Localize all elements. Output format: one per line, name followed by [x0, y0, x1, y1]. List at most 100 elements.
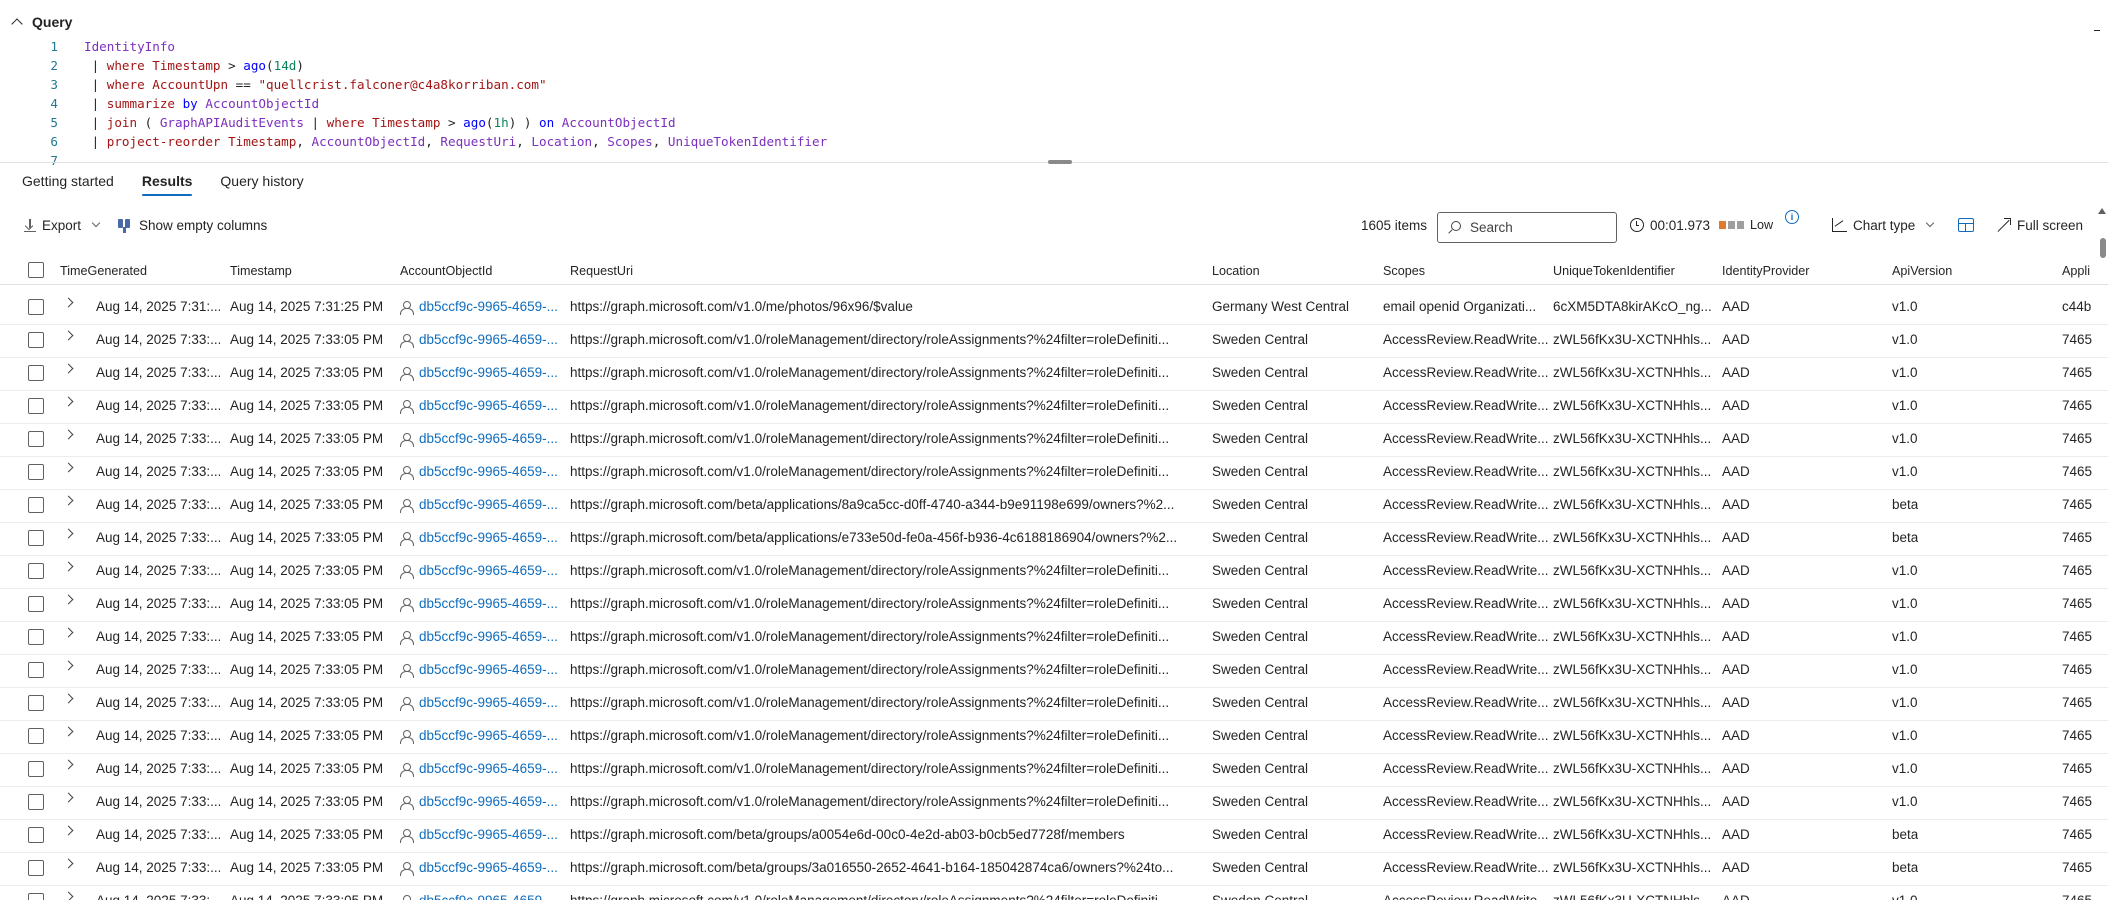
row-checkbox[interactable] — [28, 332, 44, 348]
expand-row-chevron-icon[interactable] — [65, 330, 75, 340]
expand-row-chevron-icon[interactable] — [65, 363, 75, 373]
row-checkbox[interactable] — [28, 728, 44, 744]
table-row[interactable]: Aug 14, 2025 7:33:... Aug 14, 2025 7:33:0… — [0, 787, 2108, 820]
cell-account-object-id[interactable]: db5ccf9c-9965-4659-... — [419, 398, 558, 413]
row-checkbox[interactable] — [28, 530, 44, 546]
cell-account-object-id[interactable]: db5ccf9c-9965-4659-... — [419, 365, 558, 380]
chevron-up-icon[interactable] — [10, 15, 24, 29]
cell-account-object-id[interactable]: db5ccf9c-9965-4659-... — [419, 431, 558, 446]
cell-account-object-id[interactable]: db5ccf9c-9965-4659-... — [419, 299, 558, 314]
table-row[interactable]: Aug 14, 2025 7:33:... Aug 14, 2025 7:33:0… — [0, 457, 2108, 490]
row-checkbox[interactable] — [28, 893, 44, 900]
select-all-checkbox[interactable] — [28, 262, 44, 278]
table-row[interactable]: Aug 14, 2025 7:33:... Aug 14, 2025 7:33:0… — [0, 358, 2108, 391]
cell-account-object-id[interactable]: db5ccf9c-9965-4659-... — [419, 860, 558, 875]
cell-account-object-id[interactable]: db5ccf9c-9965-4659-... — [419, 530, 558, 545]
table-row[interactable]: Aug 14, 2025 7:31:... Aug 14, 2025 7:31:2… — [0, 292, 2108, 325]
expand-row-chevron-icon[interactable] — [65, 561, 75, 571]
tab-results[interactable]: Results — [141, 172, 192, 196]
pane-resize-handle[interactable] — [1048, 160, 1072, 164]
full-screen-button[interactable]: Full screen — [1997, 210, 2083, 240]
expand-row-chevron-icon[interactable] — [65, 726, 75, 736]
column-header-api-version[interactable]: ApiVersion — [1892, 264, 1952, 278]
table-row[interactable]: Aug 14, 2025 7:33:... Aug 14, 2025 7:33:0… — [0, 886, 2108, 900]
vertical-scrollbar-thumb[interactable] — [2100, 238, 2106, 258]
expand-row-chevron-icon[interactable] — [65, 429, 75, 439]
cell-account-object-id[interactable]: db5ccf9c-9965-4659-... — [419, 596, 558, 611]
row-checkbox[interactable] — [28, 464, 44, 480]
column-header-scopes[interactable]: Scopes — [1383, 264, 1425, 278]
tab-getting-started[interactable]: Getting started — [22, 172, 114, 196]
table-row[interactable]: Aug 14, 2025 7:33:... Aug 14, 2025 7:33:0… — [0, 622, 2108, 655]
cell-account-object-id[interactable]: db5ccf9c-9965-4659-... — [419, 497, 558, 512]
export-button[interactable]: Export — [24, 210, 101, 240]
expand-row-chevron-icon[interactable] — [65, 792, 75, 802]
row-checkbox[interactable] — [28, 662, 44, 678]
row-checkbox[interactable] — [28, 596, 44, 612]
table-row[interactable]: Aug 14, 2025 7:33:... Aug 14, 2025 7:33:0… — [0, 556, 2108, 589]
expand-row-chevron-icon[interactable] — [65, 858, 75, 868]
expand-row-chevron-icon[interactable] — [65, 891, 75, 900]
expand-row-chevron-icon[interactable] — [65, 495, 75, 505]
row-checkbox[interactable] — [28, 365, 44, 381]
row-checkbox[interactable] — [28, 398, 44, 414]
cell-account-object-id[interactable]: db5ccf9c-9965-4659-... — [419, 761, 558, 776]
expand-row-chevron-icon[interactable] — [65, 825, 75, 835]
row-checkbox[interactable] — [28, 563, 44, 579]
column-header-unique-token-identifier[interactable]: UniqueTokenIdentifier — [1553, 264, 1675, 278]
row-checkbox[interactable] — [28, 629, 44, 645]
row-checkbox[interactable] — [28, 827, 44, 843]
table-row[interactable]: Aug 14, 2025 7:33:... Aug 14, 2025 7:33:0… — [0, 688, 2108, 721]
cell-account-object-id[interactable]: db5ccf9c-9965-4659-... — [419, 794, 558, 809]
query-section-toggle[interactable]: Query — [10, 12, 72, 32]
table-row[interactable]: Aug 14, 2025 7:33:... Aug 14, 2025 7:33:0… — [0, 325, 2108, 358]
table-row[interactable]: Aug 14, 2025 7:33:... Aug 14, 2025 7:33:0… — [0, 589, 2108, 622]
row-checkbox[interactable] — [28, 431, 44, 447]
tab-query-history[interactable]: Query history — [220, 172, 303, 196]
cell-account-object-id[interactable]: db5ccf9c-9965-4659-... — [419, 695, 558, 710]
column-header-account-object-id[interactable]: AccountObjectId — [400, 264, 492, 278]
cell-account-object-id[interactable]: db5ccf9c-9965-4659-... — [419, 662, 558, 677]
table-row[interactable]: Aug 14, 2025 7:33:... Aug 14, 2025 7:33:0… — [0, 754, 2108, 787]
expand-row-chevron-icon[interactable] — [65, 627, 75, 637]
cell-account-object-id[interactable]: db5ccf9c-9965-4659-... — [419, 827, 558, 842]
expand-row-chevron-icon[interactable] — [65, 594, 75, 604]
query-editor[interactable]: 1 IdentityInfo 2 | where Timestamp > ago(1… — [0, 37, 2108, 168]
table-row[interactable]: Aug 14, 2025 7:33:... Aug 14, 2025 7:33:0… — [0, 523, 2108, 556]
cell-account-object-id[interactable]: db5ccf9c-9965-4659-... — [419, 893, 558, 900]
cell-account-object-id[interactable]: db5ccf9c-9965-4659-... — [419, 728, 558, 743]
expand-row-chevron-icon[interactable] — [65, 660, 75, 670]
column-header-request-uri[interactable]: RequestUri — [570, 264, 633, 278]
cell-account-object-id[interactable]: db5ccf9c-9965-4659-... — [419, 563, 558, 578]
search-input[interactable]: Search — [1437, 212, 1617, 243]
row-checkbox[interactable] — [28, 860, 44, 876]
expand-row-chevron-icon[interactable] — [65, 462, 75, 472]
expand-row-chevron-icon[interactable] — [65, 297, 75, 307]
chart-type-button[interactable]: Chart type — [1831, 210, 1935, 240]
table-row[interactable]: Aug 14, 2025 7:33:... Aug 14, 2025 7:33:0… — [0, 655, 2108, 688]
expand-row-chevron-icon[interactable] — [65, 759, 75, 769]
column-header-identity-provider[interactable]: IdentityProvider — [1722, 264, 1810, 278]
expand-row-chevron-icon[interactable] — [65, 528, 75, 538]
usage-info-button[interactable]: i — [1785, 202, 1799, 232]
table-row[interactable]: Aug 14, 2025 7:33:... Aug 14, 2025 7:33:0… — [0, 853, 2108, 886]
show-empty-columns-button[interactable]: Show empty columns — [117, 210, 267, 240]
expand-row-chevron-icon[interactable] — [65, 693, 75, 703]
table-row[interactable]: Aug 14, 2025 7:33:... Aug 14, 2025 7:33:0… — [0, 721, 2108, 754]
table-row[interactable]: Aug 14, 2025 7:33:... Aug 14, 2025 7:33:0… — [0, 820, 2108, 853]
column-header-time-generated[interactable]: TimeGenerated — [60, 264, 147, 278]
layout-button[interactable] — [1958, 210, 1974, 240]
cell-account-object-id[interactable]: db5ccf9c-9965-4659-... — [419, 629, 558, 644]
row-checkbox[interactable] — [28, 299, 44, 315]
column-header-location[interactable]: Location — [1212, 264, 1260, 278]
row-checkbox[interactable] — [28, 761, 44, 777]
cell-account-object-id[interactable]: db5ccf9c-9965-4659-... — [419, 464, 558, 479]
column-header-timestamp[interactable]: Timestamp — [230, 264, 292, 278]
row-checkbox[interactable] — [28, 794, 44, 810]
expand-row-chevron-icon[interactable] — [65, 396, 75, 406]
table-row[interactable]: Aug 14, 2025 7:33:... Aug 14, 2025 7:33:0… — [0, 391, 2108, 424]
scroll-up-arrow[interactable] — [2098, 208, 2106, 214]
row-checkbox[interactable] — [28, 497, 44, 513]
table-row[interactable]: Aug 14, 2025 7:33:... Aug 14, 2025 7:33:0… — [0, 490, 2108, 523]
table-row[interactable]: Aug 14, 2025 7:33:... Aug 14, 2025 7:33:0… — [0, 424, 2108, 457]
